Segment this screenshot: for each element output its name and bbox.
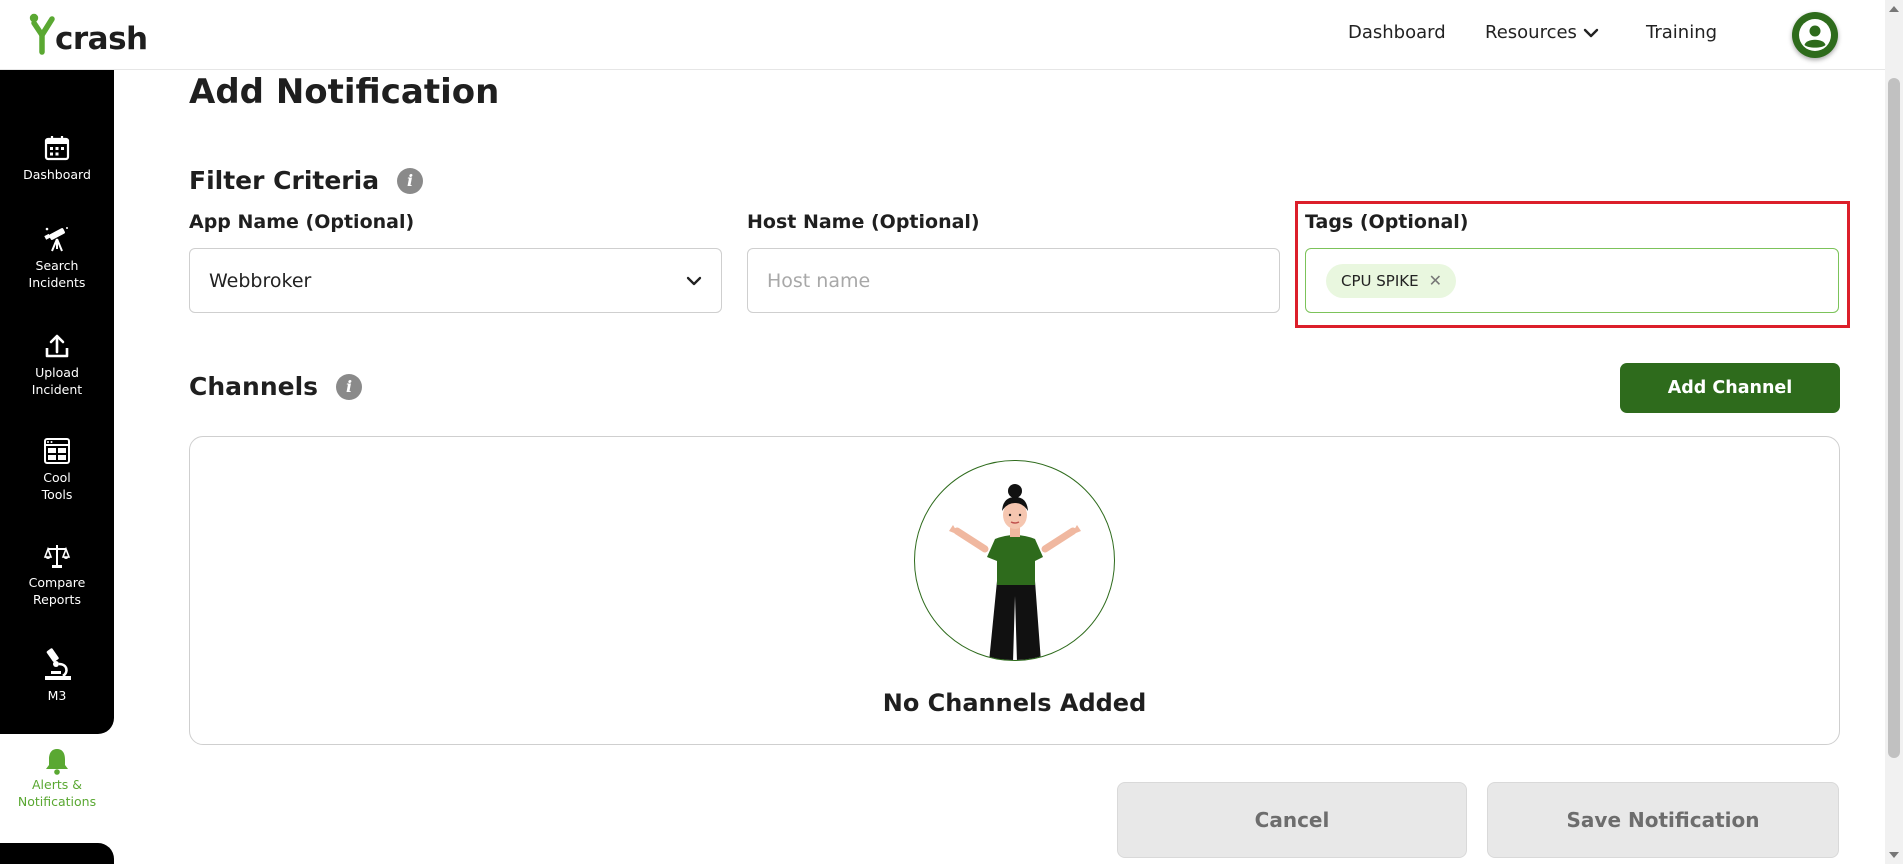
top-bar: crash Dashboard Resources Training	[0, 0, 1885, 70]
tag-chip: CPU SPIKE ✕	[1326, 263, 1456, 298]
tags-input[interactable]: CPU SPIKE ✕	[1305, 248, 1839, 313]
sidebar-item-label: Cool Tools	[41, 470, 73, 502]
sidebar-footer	[0, 843, 114, 864]
tools-grid-icon	[44, 438, 70, 464]
app-name-select[interactable]: Webbroker	[189, 248, 722, 313]
nav-resources[interactable]: Resources	[1485, 22, 1599, 43]
sidebar-item-label: Dashboard	[23, 167, 91, 182]
info-icon[interactable]: i	[397, 167, 424, 194]
filter-criteria-title: Filter Criteria	[189, 166, 380, 195]
bell-icon	[46, 749, 68, 775]
channels-heading: Channels i	[189, 372, 363, 401]
sidebar-item-upload-incident[interactable]: Upload Incident	[0, 332, 114, 398]
chevron-down-icon	[686, 276, 702, 286]
nav-resources-label: Resources	[1485, 22, 1577, 43]
empty-state-illustration	[914, 460, 1115, 661]
page-title: Add Notification	[189, 72, 500, 112]
ycrash-logo[interactable]: crash	[28, 12, 148, 57]
channels-title: Channels	[189, 372, 319, 401]
logo-y-icon	[29, 13, 55, 55]
logo-text: crash	[55, 21, 148, 57]
cancel-button[interactable]: Cancel	[1117, 782, 1467, 858]
scales-icon	[43, 545, 71, 568]
scroll-down-arrow-icon[interactable]	[1889, 852, 1899, 858]
sidebar-item-label: Alerts & Notifications	[17, 777, 97, 809]
microscope-icon	[45, 648, 71, 680]
sidebar-item-cool-tools[interactable]: Cool Tools	[0, 437, 114, 503]
sidebar-item-search-incidents[interactable]: Search Incidents	[0, 225, 114, 291]
app-name-value: Webbroker	[209, 269, 312, 292]
channels-panel: No Channels Added	[189, 436, 1840, 745]
close-icon[interactable]: ✕	[1429, 271, 1442, 290]
sidebar-item-compare-reports[interactable]: Compare Reports	[0, 542, 114, 608]
person-shrugging-illustration	[949, 484, 1081, 660]
calendar-icon	[44, 136, 70, 161]
sidebar: Dashboard Search Incidents Upload Incide…	[0, 70, 114, 734]
sidebar-item-label: Compare Reports	[28, 575, 86, 607]
info-icon[interactable]: i	[336, 373, 363, 400]
sidebar-item-m3[interactable]: M3	[0, 647, 114, 704]
telescope-icon	[44, 227, 68, 252]
nav-dashboard[interactable]: Dashboard	[1348, 22, 1446, 43]
user-avatar[interactable]	[1792, 12, 1838, 58]
sidebar-item-alerts-notifications[interactable]: Alerts & Notifications	[0, 746, 114, 810]
host-name-input[interactable]	[748, 249, 1279, 312]
scroll-up-arrow-icon[interactable]	[1889, 6, 1899, 12]
add-channel-button[interactable]: Add Channel	[1620, 363, 1840, 413]
sidebar-item-label: Search Incidents	[28, 258, 86, 290]
filter-criteria-heading: Filter Criteria i	[189, 166, 424, 195]
chevron-down-icon	[1583, 28, 1599, 37]
host-name-label: Host Name (Optional)	[747, 211, 980, 233]
app-name-label: App Name (Optional)	[189, 211, 415, 233]
save-notification-button[interactable]: Save Notification	[1487, 782, 1839, 858]
nav-dashboard-label: Dashboard	[1348, 22, 1446, 43]
host-name-field	[747, 248, 1280, 313]
scrollbar-thumb[interactable]	[1888, 78, 1900, 758]
user-icon	[1799, 19, 1831, 51]
sidebar-item-label: Upload Incident	[31, 365, 83, 397]
nav-training-label: Training	[1646, 22, 1718, 43]
upload-icon	[45, 334, 69, 358]
sidebar-item-dashboard[interactable]: Dashboard	[0, 134, 114, 183]
tag-chip-label: CPU SPIKE	[1341, 271, 1419, 290]
tags-label: Tags (Optional)	[1305, 211, 1469, 233]
nav-training[interactable]: Training	[1646, 22, 1717, 43]
no-channels-text: No Channels Added	[882, 689, 1147, 717]
sidebar-item-label: M3	[47, 688, 67, 703]
